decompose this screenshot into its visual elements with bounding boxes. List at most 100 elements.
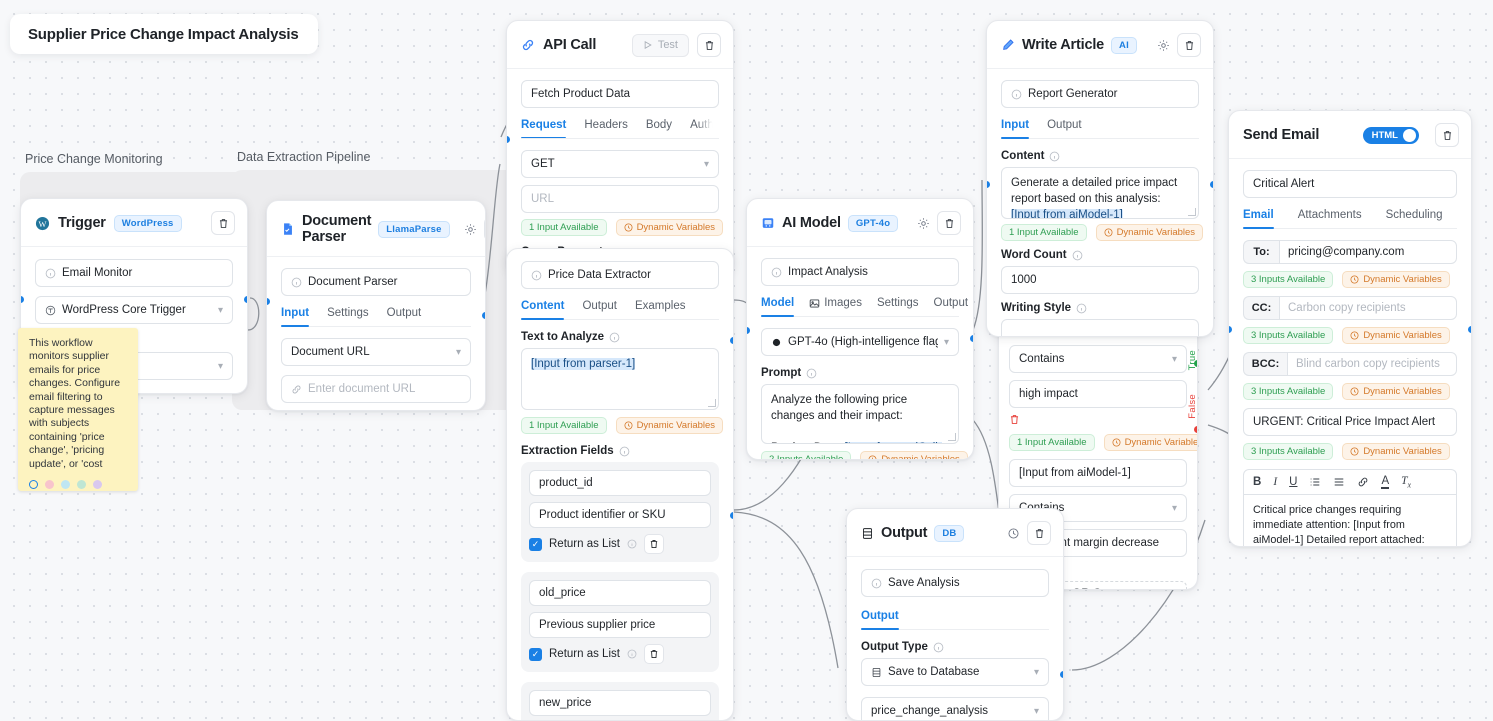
ai-model-tabs[interactable]: Model Images Settings Output [761, 297, 968, 317]
bcc-input[interactable]: Blind carbon copy recipients [1287, 352, 1457, 376]
content-textarea[interactable]: Generate a detailed price impact report … [1001, 167, 1199, 219]
output-name-input[interactable]: Save Analysis [861, 569, 1049, 597]
node-send-email[interactable]: Send Email HTML Critical Alert Email Att… [1228, 110, 1472, 547]
dynamic-variables-chip[interactable]: Dynamic Variables [615, 219, 724, 236]
dynamic-variables-chip[interactable]: Dynamic Variables [1342, 327, 1450, 344]
tab-input[interactable]: Input [1001, 119, 1030, 139]
condition-input-ref[interactable]: [Input from aiModel-1] [1009, 459, 1187, 487]
trigger-name-input[interactable]: Email Monitor [35, 259, 233, 287]
condition-false-handle[interactable] [1194, 426, 1197, 433]
node-output[interactable]: Output DB Save Analysis Output Output Ty… [846, 508, 1064, 721]
output-type-select[interactable]: Save to Database ▾ [861, 658, 1049, 686]
ai-model-select[interactable]: GPT-4o (High-intelligence flagship model… [761, 328, 959, 356]
subject-input[interactable]: URGENT: Critical Price Impact Alert [1243, 408, 1457, 436]
http-method-select[interactable]: GET ▾ [521, 150, 719, 178]
tab-output[interactable]: Output [387, 307, 422, 326]
document-parser-output-handle[interactable] [482, 312, 485, 319]
text-to-analyze-textarea[interactable]: [Input from parser-1] [521, 348, 719, 410]
ai-model-name-input[interactable]: Impact Analysis [761, 258, 959, 286]
send-email-tabs[interactable]: Email Attachments Scheduling [1243, 209, 1457, 229]
ordered-list-icon[interactable] [1309, 476, 1321, 488]
tab-output[interactable]: Output [582, 300, 617, 319]
node-price-data-extractor[interactable]: Price Data Extractor Content Output Exam… [506, 248, 734, 721]
delete-output-button[interactable] [1027, 521, 1051, 545]
tab-input[interactable]: Input [281, 307, 310, 327]
node-document-parser[interactable]: Document Parser LlamaParse Document Pars… [266, 200, 486, 411]
delete-write-article-button[interactable] [1177, 33, 1201, 57]
tab-settings[interactable]: Settings [877, 297, 919, 316]
write-article-output-handle[interactable] [1210, 181, 1213, 188]
output-table-select[interactable]: price_change_analysis ▾ [861, 697, 1049, 720]
node-write-article[interactable]: Write Article AI Report Generator Input … [986, 20, 1214, 337]
extractor-tabs[interactable]: Content Output Examples [521, 300, 719, 320]
send-email-name-input[interactable]: Critical Alert [1243, 170, 1457, 198]
dynamic-variables-chip[interactable]: Dynamic Variables [376, 410, 484, 411]
output-input-handle[interactable] [1060, 671, 1063, 678]
workflow-canvas[interactable]: Price Change Monitoring Data Extraction … [0, 0, 1493, 721]
email-body-editor[interactable]: Critical price changes requiring immedia… [1243, 494, 1457, 546]
field-name-input[interactable]: old_price [529, 580, 711, 606]
tab-email[interactable]: Email [1243, 209, 1274, 229]
underline-icon[interactable]: U [1289, 476, 1297, 488]
delete-document-parser-button[interactable] [483, 217, 485, 241]
dynamic-variables-chip[interactable]: Dynamic Variables [615, 417, 724, 434]
tab-model[interactable]: Model [761, 297, 795, 317]
tab-request[interactable]: Request [521, 119, 567, 138]
settings-gear-icon[interactable] [917, 217, 930, 230]
trigger-output-handle[interactable] [244, 296, 247, 303]
write-article-name-input[interactable]: Report Generator [1001, 80, 1199, 108]
sticky-note[interactable]: This workflow monitors supplier emails f… [18, 328, 138, 491]
document-source-select[interactable]: Document URL ▾ [281, 338, 471, 366]
delete-field-button[interactable] [643, 534, 664, 554]
field-name-input[interactable]: product_id [529, 470, 711, 496]
sticky-color-swatch-1[interactable] [45, 480, 54, 490]
send-email-output-handle[interactable] [1468, 326, 1471, 333]
unordered-list-icon[interactable] [1333, 476, 1345, 488]
tab-output[interactable]: Output [1047, 119, 1082, 138]
field-name-input[interactable]: new_price [529, 690, 711, 716]
extractor-output-handle-bottom[interactable] [730, 512, 733, 519]
clear-format-icon[interactable]: Tx [1401, 475, 1411, 489]
delete-condition-button-1[interactable] [1009, 414, 1187, 425]
sticky-note-color-swatches[interactable] [29, 471, 127, 497]
tab-output[interactable]: Output [934, 297, 969, 316]
document-url-input[interactable]: Enter document URL [281, 375, 471, 403]
sticky-color-swatch-4[interactable] [93, 480, 102, 490]
delete-ai-model-button[interactable] [937, 211, 961, 235]
settings-gear-icon[interactable] [1157, 39, 1170, 52]
sticky-color-swatch-3[interactable] [77, 480, 86, 490]
cc-input[interactable]: Carbon copy recipients [1279, 296, 1457, 320]
prompt-textarea[interactable]: Analyze the following price changes and … [761, 384, 959, 444]
trigger-provider-select[interactable]: WordPress Core Trigger ▾ [35, 296, 233, 324]
output-node-tabs[interactable]: Output [861, 610, 1049, 630]
tab-settings[interactable]: Settings [327, 307, 369, 326]
tab-auth[interactable]: Auth [690, 119, 714, 138]
bold-icon[interactable]: B [1253, 476, 1261, 488]
italic-icon[interactable]: I [1273, 476, 1277, 488]
tab-headers[interactable]: Headers [584, 119, 627, 138]
field-description-input[interactable]: Product identifier or SKU [529, 502, 711, 528]
tab-content[interactable]: Content [521, 300, 565, 320]
delete-api-call-button[interactable] [697, 33, 721, 57]
writing-style-input[interactable] [1001, 319, 1199, 336]
text-color-icon[interactable]: A [1381, 475, 1390, 490]
dynamic-variables-chip[interactable]: Dynamic Variables [1342, 443, 1450, 460]
dynamic-variables-chip[interactable]: Dynamic Variables [1342, 271, 1450, 288]
return-as-list-checkbox[interactable]: ✓ [529, 537, 542, 551]
to-input[interactable]: pricing@company.com [1279, 240, 1457, 264]
document-parser-tabs[interactable]: Input Settings Output [281, 307, 471, 327]
delete-field-button[interactable] [643, 644, 664, 664]
sticky-color-swatch-0[interactable] [29, 480, 38, 490]
dynamic-variables-chip[interactable]: Dynamic Variables [1342, 383, 1450, 400]
test-button[interactable]: Test [631, 33, 689, 57]
tab-attachments[interactable]: Attachments [1298, 209, 1362, 228]
api-url-input[interactable]: URL [521, 185, 719, 213]
condition-operator-select-1[interactable]: Contains ▾ [1009, 345, 1187, 373]
dynamic-variables-chip[interactable]: Dynamic Variables [1095, 224, 1204, 241]
return-as-list-checkbox[interactable]: ✓ [529, 647, 542, 661]
rich-text-toolbar[interactable]: B I U A Tx [1243, 469, 1457, 495]
node-api-call[interactable]: API Call Test Fetch Product Data Request… [506, 20, 734, 275]
tab-body[interactable]: Body [646, 119, 672, 138]
field-description-input[interactable]: Previous supplier price [529, 612, 711, 638]
tab-scheduling[interactable]: Scheduling [1386, 209, 1443, 228]
